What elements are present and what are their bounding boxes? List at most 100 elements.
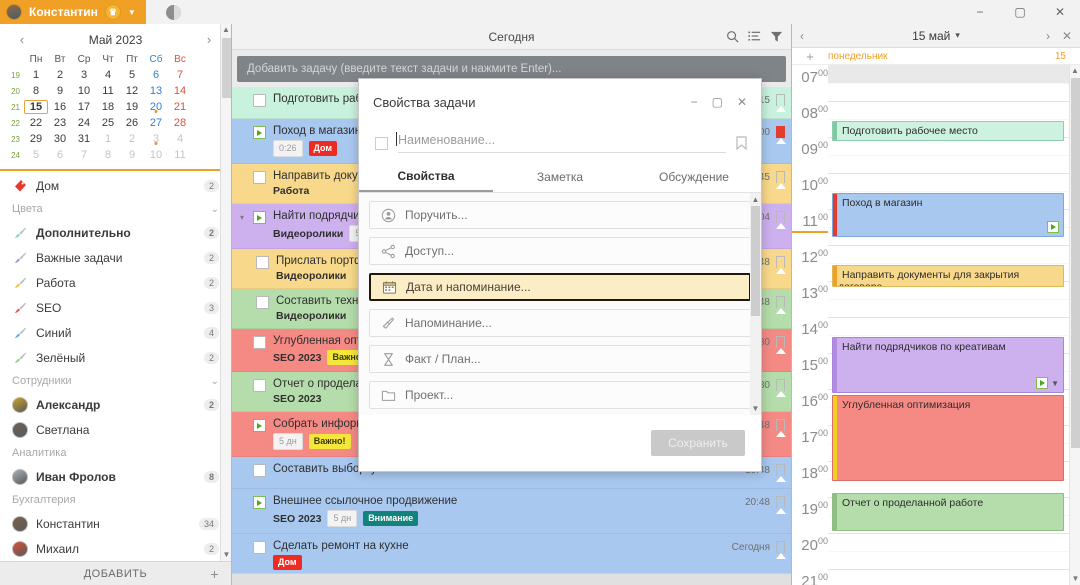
task-checkbox[interactable] [253,94,266,107]
calendar-day-cell[interactable]: 1 [96,133,120,145]
search-icon[interactable] [726,30,739,43]
task-chip[interactable]: Дом [273,555,302,570]
sidebar-item-12[interactable]: Иван Фролов8 [0,464,231,489]
calendar-event[interactable]: Найти подрядчиков по креативам▼ [832,337,1064,393]
calendar-day-cell[interactable]: 6 [48,149,72,161]
bookmark-icon[interactable] [776,336,785,348]
bookmark-icon[interactable] [776,256,785,268]
task-play-button[interactable] [253,419,266,432]
sidebar-group-8[interactable]: Сотрудники⌄ [0,370,231,392]
calendar-day-cell[interactable]: 8 [96,149,120,161]
calendar-day-cell[interactable]: 20 [144,101,168,113]
bookmark-icon[interactable] [776,94,785,106]
sidebar-item-3[interactable]: Важные задачи2 [0,245,231,270]
bookmark-icon[interactable] [776,419,785,431]
task-done-checkbox[interactable] [375,137,388,150]
bookmark-icon[interactable] [776,379,785,391]
tab-0[interactable]: Свойства [359,161,493,192]
scroll-up-icon[interactable]: ▲ [1070,65,1080,77]
calendar-event[interactable]: Направить документы для закрытия договор… [832,265,1064,287]
day-title-caret-icon[interactable]: ▾ [955,30,960,41]
task-play-button[interactable] [253,126,266,139]
table-row[interactable]: Внешнее ссылочное продвижениеSEO 20235 д… [232,489,791,534]
task-checkbox[interactable] [253,464,266,477]
event-play-button[interactable] [1047,221,1059,233]
calendar-day-cell[interactable]: 5 [120,69,144,81]
calendar-day-cell[interactable]: 1 [24,69,48,81]
sidebar-item-9[interactable]: Александр2 [0,392,231,417]
task-chip[interactable]: 0:26 [273,140,303,157]
calendar-next-button[interactable]: › [201,32,217,47]
calendar-day-cell[interactable]: 22 [24,117,48,129]
minimize-button[interactable]: − [960,0,1000,24]
calendar-day-cell[interactable]: 3 [72,69,96,81]
calendar-day-cell[interactable]: 2 [48,69,72,81]
dialog-minimize-button[interactable]: − [691,95,698,109]
sidebar-item-15[interactable]: Михаил2 [0,536,231,561]
calendar-day-cell[interactable]: 10 [72,85,96,97]
user-account-chip[interactable]: Константин ♛ ▼ [0,0,146,24]
bookmark-icon[interactable] [776,541,785,553]
calendar-day-cell[interactable]: 11 [168,149,192,161]
task-name-input[interactable]: Наименование... [398,133,726,153]
sidebar-group-1[interactable]: Цвета⌄ [0,198,231,220]
sidebar-scrollbar[interactable]: ▲ ▼ [220,24,231,561]
calendar-day-cell[interactable]: 18 [96,101,120,113]
tab-1[interactable]: Заметка [493,161,627,192]
calendar-day-cell[interactable]: 9 [120,149,144,161]
scroll-down-icon[interactable]: ▼ [750,402,761,415]
sidebar-item-7[interactable]: Зелёный2 [0,345,231,370]
sidebar-group-11[interactable]: Аналитика [0,442,231,464]
dialog-field-4[interactable]: Факт / План... [369,345,751,373]
task-chip[interactable]: Внимание [363,511,418,526]
calendar-day-cell[interactable]: 9 [48,85,72,97]
calendar-day-cell[interactable]: 5 [24,149,48,161]
scrollbar-thumb[interactable] [222,38,231,98]
maximize-button[interactable]: ▢ [1000,0,1040,24]
bookmark-icon[interactable] [776,464,785,476]
chevron-down-icon[interactable]: ▼ [1051,379,1059,388]
sidebar-item-4[interactable]: Работа2 [0,270,231,295]
task-checkbox[interactable] [253,336,266,349]
chevron-down-icon[interactable]: ⌄ [211,204,219,215]
scroll-up-icon[interactable]: ▲ [221,24,231,36]
sidebar-item-0[interactable]: Дом2 [0,173,231,198]
dialog-scrollbar[interactable]: ▲ ▼ [750,193,761,415]
calendar-prev-button[interactable]: ‹ [14,32,30,47]
save-button[interactable]: Сохранить [651,430,745,456]
calendar-day-cell[interactable]: 4 [96,69,120,81]
scrollbar-thumb[interactable] [1071,78,1080,448]
day-grid[interactable]: 0700080009001000110012001300140015001600… [792,65,1080,585]
sidebar-item-10[interactable]: Светлана [0,417,231,442]
dialog-maximize-button[interactable]: ▢ [712,95,723,109]
table-row[interactable]: Сделать ремонт на кухнеДомСегодня [232,534,791,573]
dialog-field-5[interactable]: Проект... [369,381,751,409]
day-prev-button[interactable]: ‹ [800,29,804,43]
chevron-down-icon[interactable]: ▼ [128,8,136,17]
bookmark-icon[interactable] [776,171,785,183]
task-chip[interactable]: Дом [309,141,338,156]
calendar-day-cell[interactable]: 30 [48,133,72,145]
calendar-day-cell[interactable]: 17 [72,101,96,113]
calendar-event[interactable]: Углубленная оптимизация [832,395,1064,481]
sidebar-item-14[interactable]: Константин34 [0,511,231,536]
dialog-close-button[interactable]: ✕ [737,95,747,109]
calendar-day-cell[interactable]: 27 [144,117,168,129]
calendar-day-cell[interactable]: 7 [72,149,96,161]
task-checkbox[interactable] [256,256,269,269]
mini-calendar-grid[interactable]: ПнВтСрЧтПтСбВс19123456720891011121314211… [0,51,231,163]
task-chip[interactable]: 5 дн [273,433,303,450]
calendar-day-cell[interactable]: 28 [168,117,192,129]
calendar-day-cell[interactable]: 25 [96,117,120,129]
task-checkbox[interactable] [253,541,266,554]
dialog-field-0[interactable]: Поручить... [369,201,751,229]
calendar-day-cell[interactable]: 31 [72,133,96,145]
calendar-day-cell[interactable]: 14 [168,85,192,97]
tab-2[interactable]: Обсуждение [627,161,761,192]
scroll-up-icon[interactable]: ▲ [750,193,761,206]
day-next-button[interactable]: › [1046,29,1050,43]
calendar-day-cell[interactable]: 7 [168,69,192,81]
calendar-event[interactable]: Отчет о проделанной работе [832,493,1064,531]
calendar-day-cell[interactable]: 29 [24,133,48,145]
calendar-day-cell[interactable]: 23 [48,117,72,129]
